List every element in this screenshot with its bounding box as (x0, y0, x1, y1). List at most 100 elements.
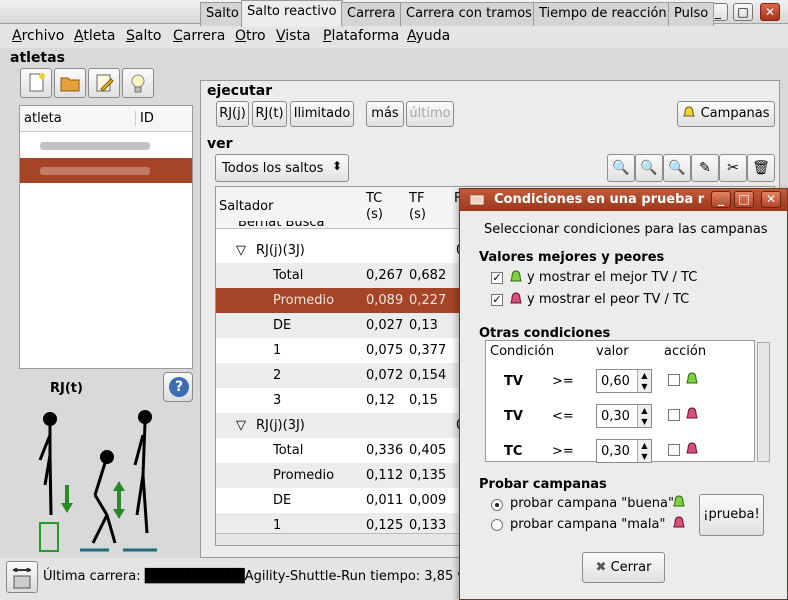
unlimited-button[interactable]: Ilimitado (290, 101, 354, 127)
zoom-out-icon: 🔍 (612, 160, 630, 176)
view-title: ver (207, 136, 233, 152)
col-tc-unit: (s) (366, 207, 383, 222)
bells-label: Campanas (700, 106, 770, 121)
dialog-subtitle: Seleccionar condiciones para las campana… (484, 222, 768, 237)
edit-athlete-button[interactable] (88, 68, 120, 98)
zoom-fit-button[interactable]: 🔍 (663, 154, 691, 182)
condition-checkbox[interactable] (668, 374, 680, 386)
col-athlete-header[interactable]: atleta (24, 111, 62, 126)
condition-operator: >= (552, 374, 574, 389)
bells-button[interactable]: Campanas (677, 101, 775, 127)
condition-value-spinner[interactable]: 0,60 ▲ ▼ (596, 369, 652, 393)
rjj-button[interactable]: RJ(j) (216, 101, 249, 127)
athletes-list-header: atleta ID (20, 106, 192, 132)
good-bell-icon (510, 270, 522, 282)
chronopic-button[interactable] (6, 561, 38, 593)
col-id-header[interactable]: ID (135, 111, 154, 126)
condition-name: TC (504, 444, 523, 459)
menu-archivo[interactable]: Archivo (12, 28, 64, 44)
dialog-close-button[interactable]: ✕ (761, 191, 781, 208)
delete-jump-button[interactable]: 🗑 (747, 154, 775, 182)
bad-bell-icon (673, 516, 685, 528)
condition-checkbox[interactable] (668, 444, 680, 456)
bad-bell-icon (510, 292, 522, 304)
tab-salto-reactivo[interactable]: Salto reactivo (241, 0, 343, 27)
test-button[interactable]: ¡prueba! (699, 494, 764, 536)
col-jumper-header[interactable]: Saltador (219, 199, 273, 214)
dialog-maximize-button[interactable]: □ (734, 191, 754, 208)
athlete-row[interactable] (20, 133, 192, 158)
redacted-name (40, 167, 150, 175)
close-button[interactable]: ✕ (760, 3, 780, 21)
zoom-in-icon: 🔍 (640, 160, 658, 176)
execute-title: ejecutar (207, 83, 273, 99)
col-tf-header[interactable]: TF (409, 191, 424, 206)
best-worst-title: Valores mejores y peores (479, 250, 665, 265)
test-good-radio[interactable] (491, 499, 503, 511)
zoom-out-button[interactable]: 🔍 (607, 154, 635, 182)
menu-atleta[interactable]: Atleta (74, 28, 115, 44)
spinner-arrows-icon[interactable]: ▲ ▼ (637, 370, 651, 392)
menu-plataforma[interactable]: Plataforma (323, 28, 399, 44)
more-button[interactable]: más (366, 101, 404, 127)
lightbulb-icon (131, 74, 145, 93)
jump-type-title: RJ(t) (50, 381, 83, 396)
athletes-title: atletas (10, 50, 65, 66)
help-button[interactable]: ? (163, 372, 193, 402)
best-checkbox[interactable]: ✓ (491, 272, 503, 284)
col-tc-header[interactable]: TC (366, 191, 382, 206)
athletes-list[interactable]: atleta ID (19, 105, 193, 369)
condition-checkbox[interactable] (668, 409, 680, 421)
condition-value-spinner[interactable]: 0,30 ▲ ▼ (596, 439, 652, 463)
col-action-header: acción (664, 344, 707, 359)
spinner-arrows-icon[interactable]: ▲ ▼ (637, 405, 651, 427)
collapse-icon[interactable]: ▽ (236, 243, 246, 258)
menu-carrera[interactable]: Carrera (173, 28, 225, 44)
athlete-row-selected[interactable] (20, 158, 192, 183)
test-bad-radio[interactable] (491, 519, 503, 531)
condition-value-spinner[interactable]: 0,30 ▲ ▼ (596, 404, 652, 428)
open-athlete-button[interactable] (54, 68, 86, 98)
bell-icon (683, 106, 696, 117)
conditions-scrollbar[interactable] (757, 342, 770, 462)
bad-bell-icon (686, 442, 698, 454)
trash-icon: 🗑 (752, 160, 770, 176)
conditions-table: Condición valor acción TV >= 0,60 ▲ ▼ TV <… (485, 340, 755, 463)
tab-carrera-con-tramos[interactable]: Carrera con tramos (400, 2, 538, 26)
close-dialog-button[interactable]: ✖ Cerrar (582, 552, 665, 583)
tab-pulso[interactable]: Pulso (668, 2, 715, 26)
menu-ayuda[interactable]: Ayuda (407, 28, 450, 44)
close-icon: ✖ (595, 560, 607, 575)
good-bell-icon (686, 372, 698, 384)
repair-jump-button[interactable]: ✂ (719, 154, 747, 182)
idea-button[interactable] (122, 68, 154, 98)
spinner-arrows-icon[interactable]: ▲ ▼ (637, 440, 651, 462)
help-icon: ? (169, 377, 189, 397)
tab-tiempo-de-reaccion[interactable]: Tiempo de reacción (533, 2, 673, 26)
col-condition-header: Condición (490, 344, 555, 359)
menu-vista[interactable]: Vista (276, 28, 311, 44)
dialog-minimize-button[interactable]: _ (711, 191, 731, 208)
tab-salto[interactable]: Salto (200, 2, 245, 26)
edit-icon (96, 74, 114, 92)
edit-jump-button[interactable]: ✎ (691, 154, 719, 182)
zoom-fit-icon: 🔍 (668, 160, 686, 176)
tab-carrera[interactable]: Carrera (341, 2, 402, 26)
last-button[interactable]: último (406, 101, 454, 127)
dialog-title: Condiciones en una prueba r (494, 192, 705, 207)
menu-salto[interactable]: Salto (126, 28, 161, 44)
zoom-in-button[interactable]: 🔍 (635, 154, 663, 182)
maximize-button[interactable]: □ (733, 3, 753, 21)
worst-label: y mostrar el peor TV / TC (527, 292, 690, 307)
new-athlete-button[interactable] (20, 68, 52, 98)
rjt-button[interactable]: RJ(t) (252, 101, 287, 127)
redacted-name (40, 142, 150, 150)
collapse-icon[interactable]: ▽ (236, 418, 246, 433)
menu-otro[interactable]: Otro (235, 28, 266, 44)
worst-checkbox[interactable]: ✓ (491, 294, 503, 306)
condition-name: TV (504, 374, 523, 389)
dialog-app-icon (470, 195, 484, 205)
condition-operator: <= (552, 409, 574, 424)
other-conditions-title: Otras condiciones (479, 326, 611, 341)
jump-filter-select[interactable]: Todos los saltos ⬍ (215, 154, 349, 182)
